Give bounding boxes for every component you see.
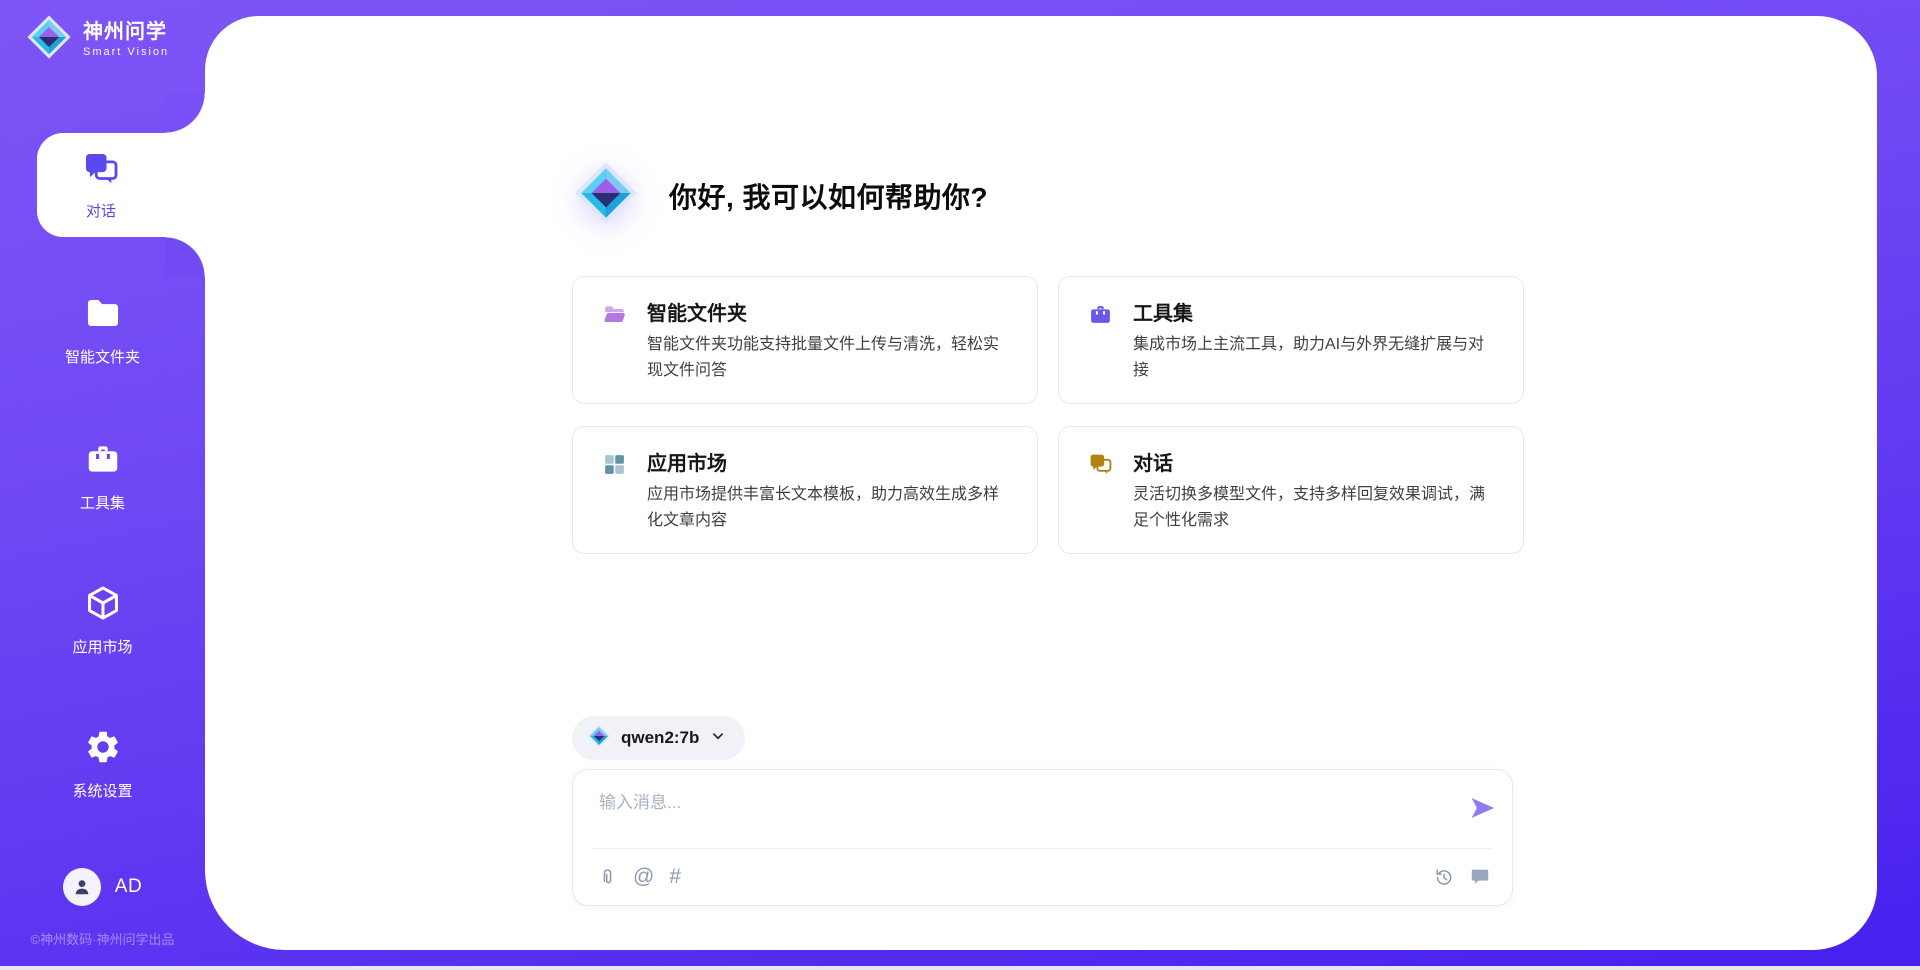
- history-button[interactable]: [1433, 867, 1454, 888]
- sidebar-item-settings[interactable]: 系统设置: [0, 728, 205, 801]
- folder-icon: [602, 302, 627, 332]
- sidebar-item-label: 工具集: [80, 492, 125, 513]
- send-icon: [1469, 794, 1497, 822]
- card-description: 应用市场提供丰富长文本模板，助力高效生成多样化文章内容: [647, 482, 1011, 533]
- card-description: 智能文件夹功能支持批量文件上传与清洗，轻松实现文件问答: [647, 332, 1011, 383]
- greeting-text: 你好, 我可以如何帮助你?: [669, 176, 988, 216]
- sidebar-item-label: 系统设置: [72, 780, 132, 801]
- send-button[interactable]: [1469, 794, 1497, 822]
- card-title: 对话: [1133, 447, 1173, 476]
- main-content: 你好, 我可以如何帮助你? 智能文件夹 智能文件夹功能支持批量文件上传与清洗，轻…: [205, 16, 1877, 950]
- paperclip-button[interactable]: [597, 867, 618, 888]
- card-chat[interactable]: 对话 灵活切换多模型文件，支持多样回复效果调试，满足个性化需求: [1058, 426, 1524, 554]
- paperclip-icon: [597, 867, 618, 888]
- sidebar-item-app-market[interactable]: 应用市场: [0, 584, 205, 657]
- card-title: 工具集: [1133, 297, 1193, 326]
- sidebar-item-smart-folders[interactable]: 智能文件夹: [0, 294, 205, 367]
- card-title: 应用市场: [647, 447, 727, 476]
- app-subtitle: Smart Vision: [83, 46, 169, 58]
- model-name: qwen2:7b: [621, 728, 699, 748]
- quick-phrases-button[interactable]: [1469, 866, 1491, 888]
- sidebar-item-label: 应用市场: [72, 636, 132, 657]
- sidebar-item-label: 智能文件夹: [65, 346, 140, 367]
- composer-divider: [593, 848, 1492, 849]
- sidebar-item-label: 对话: [86, 200, 116, 221]
- card-app-market[interactable]: 应用市场 应用市场提供丰富长文本模板，助力高效生成多样化文章内容: [572, 426, 1038, 554]
- chat-icon: [1088, 452, 1113, 482]
- toolbox-icon: [84, 440, 122, 483]
- history-icon: [1433, 867, 1454, 888]
- toolbox-icon: [1088, 302, 1113, 332]
- mention-button[interactable]: @: [633, 866, 654, 888]
- tab-curve-top: [165, 93, 205, 133]
- avatar: [63, 868, 101, 906]
- sidebar-item-toolset[interactable]: 工具集: [0, 440, 205, 513]
- tab-curve-bottom: [165, 237, 205, 277]
- assistant-logo-icon: [573, 160, 639, 231]
- message-input[interactable]: [599, 788, 1439, 840]
- chat-bubble-icon: [1469, 866, 1491, 888]
- chevron-down-icon: [709, 727, 727, 750]
- sidebar-item-chat[interactable]: 对话: [37, 133, 205, 237]
- gear-icon: [84, 728, 122, 771]
- app-title: 神州问学: [83, 21, 169, 43]
- brand-logo-icon: [26, 14, 72, 65]
- user-initials: AD: [115, 876, 142, 898]
- cube-icon: [84, 584, 122, 627]
- card-title: 智能文件夹: [647, 297, 747, 326]
- folder-icon: [84, 294, 122, 337]
- hash-button[interactable]: #: [669, 866, 681, 888]
- grid-icon: [602, 452, 627, 482]
- card-smart-folders[interactable]: 智能文件夹 智能文件夹功能支持批量文件上传与清洗，轻松实现文件问答: [572, 276, 1038, 404]
- brand-diamond-icon: [587, 724, 611, 753]
- chat-icon: [82, 150, 120, 193]
- page-bottom-edge: [0, 966, 1920, 970]
- user-profile[interactable]: AD: [0, 868, 205, 906]
- composer: @ #: [572, 769, 1513, 906]
- card-description: 集成市场上主流工具，助力AI与外界无缝扩展与对接: [1133, 332, 1497, 383]
- brand: 神州问学 Smart Vision: [26, 14, 169, 65]
- card-description: 灵活切换多模型文件，支持多样回复效果调试，满足个性化需求: [1133, 482, 1497, 533]
- greeting: 你好, 我可以如何帮助你?: [573, 160, 988, 231]
- copyright-text: ©神州数码·神州问学出品: [0, 929, 205, 948]
- card-toolset[interactable]: 工具集 集成市场上主流工具，助力AI与外界无缝扩展与对接: [1058, 276, 1524, 404]
- model-selector[interactable]: qwen2:7b: [572, 716, 745, 760]
- feature-cards: 智能文件夹 智能文件夹功能支持批量文件上传与清洗，轻松实现文件问答 工具集 集成…: [572, 276, 1524, 554]
